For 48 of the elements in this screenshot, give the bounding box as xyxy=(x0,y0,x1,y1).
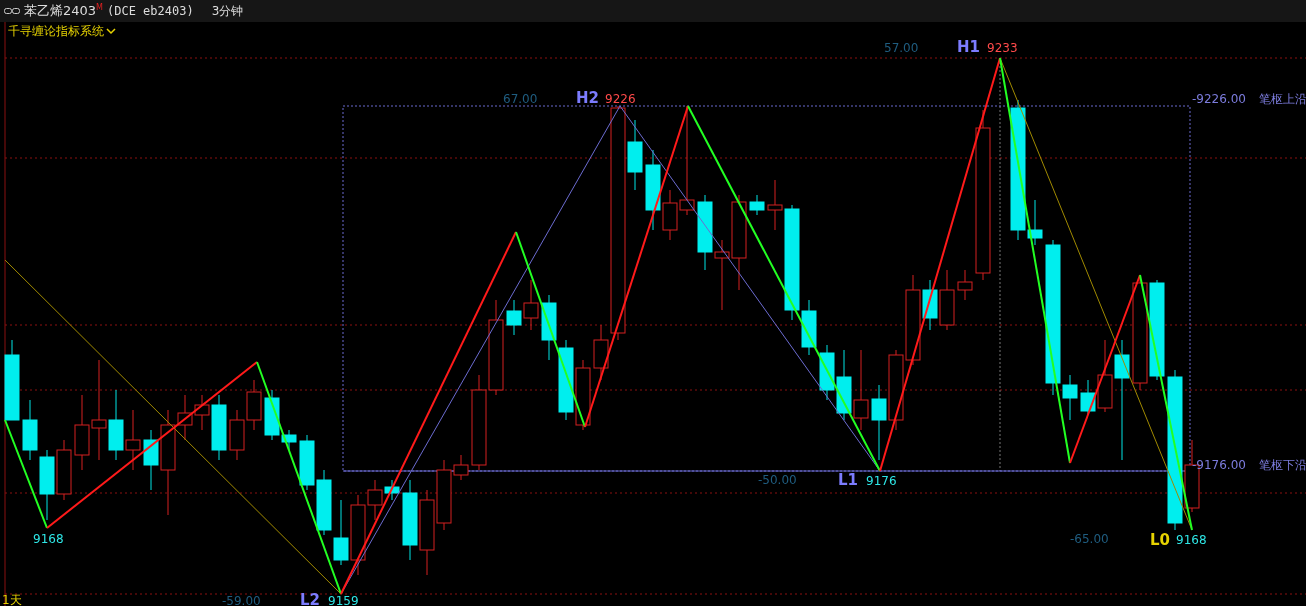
chevron-icon xyxy=(106,28,116,35)
price-label: 9168 xyxy=(33,532,64,546)
delta-label: 67.00 xyxy=(503,92,538,106)
delta-label: -50.00 xyxy=(758,473,797,487)
level-label: -9176.00 xyxy=(1192,458,1246,472)
pivot-label: L2 xyxy=(300,591,320,606)
pivot-label: L1 xyxy=(838,471,858,489)
candle xyxy=(56,439,72,501)
flag-mark: M xyxy=(96,3,103,12)
candle xyxy=(39,449,55,521)
symbol-name: 苯乙烯2403 xyxy=(24,2,97,20)
candle xyxy=(125,409,141,471)
delta-label: -65.00 xyxy=(1070,532,1109,546)
candle xyxy=(22,399,38,461)
link-icon[interactable] xyxy=(4,7,20,15)
price-label: 9168 xyxy=(1176,533,1207,547)
candle xyxy=(333,499,349,566)
candle xyxy=(506,299,522,336)
indicator-selector[interactable]: 千寻缠论指标系统 xyxy=(8,23,116,40)
candle xyxy=(108,389,124,461)
candle xyxy=(316,469,332,536)
period-label: 1天 xyxy=(2,593,22,606)
price-label: 9233 xyxy=(987,41,1018,55)
delta-label: -59.00 xyxy=(222,594,261,606)
candle xyxy=(575,359,591,431)
candle xyxy=(299,434,315,491)
period-label: 3分钟 xyxy=(211,2,244,20)
candle xyxy=(749,194,765,216)
candle xyxy=(939,269,955,331)
pivot-label: L0 xyxy=(1150,531,1170,549)
price-label: 9176 xyxy=(866,474,897,488)
candle xyxy=(541,294,557,361)
candle xyxy=(819,344,835,401)
level-label: 笔枢上沿 xyxy=(1259,92,1306,106)
candle xyxy=(957,269,973,301)
symbol-code: (DCE eb2403) xyxy=(107,4,194,18)
price-label: 9226 xyxy=(605,92,636,106)
pivot-label: H2 xyxy=(576,89,599,107)
level-label: 笔枢下沿 xyxy=(1259,458,1306,472)
pivot-label: H1 xyxy=(957,38,980,56)
candle xyxy=(836,349,852,421)
candle xyxy=(229,409,245,461)
delta-label: 57.00 xyxy=(884,41,919,55)
candle xyxy=(714,239,730,311)
level-label: -9226.00 xyxy=(1192,92,1246,106)
candle xyxy=(246,379,262,431)
price-label: 9159 xyxy=(328,594,359,606)
candle xyxy=(523,279,539,331)
